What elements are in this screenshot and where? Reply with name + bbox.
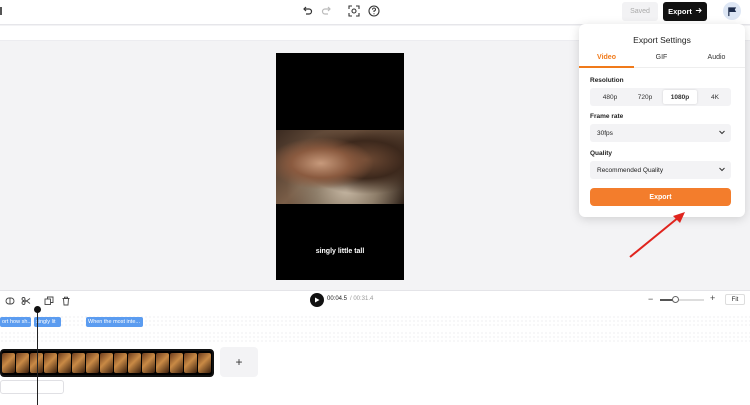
frame-rate-select[interactable]: 30fps <box>590 124 731 142</box>
resolution-option-4k[interactable]: 4K <box>698 90 732 104</box>
zoom-slider[interactable] <box>660 296 704 303</box>
clip-thumbnail <box>114 353 127 373</box>
resolution-selector: 480p 720p 1080p 4K <box>590 88 731 106</box>
panel-title: Export Settings <box>633 35 691 45</box>
resolution-label: Resolution <box>590 77 624 84</box>
tab-gif[interactable]: GIF <box>634 54 689 61</box>
clip-thumbnail <box>86 353 99 373</box>
playhead-handle[interactable] <box>34 306 41 313</box>
menu-edge-icon[interactable] <box>0 7 2 15</box>
clip-thumbnail <box>156 353 169 373</box>
help-icon[interactable] <box>367 4 381 18</box>
total-time: / 00:31.4 <box>350 296 374 302</box>
video-clip-track[interactable] <box>0 349 214 377</box>
total-time-value: 00:31.4 <box>353 296 374 302</box>
current-time: 00:04.5 <box>327 296 348 302</box>
subtitle-clip[interactable]: When the most inte... <box>86 317 143 327</box>
zoom-out-button[interactable]: − <box>648 294 653 304</box>
tab-audio[interactable]: Audio <box>689 54 744 61</box>
clip-thumbnail <box>100 353 113 373</box>
video-preview[interactable]: singly little tall <box>276 53 404 280</box>
clip-thumbnail <box>16 353 29 373</box>
annotation-arrow-icon <box>629 212 685 258</box>
clip-thumbnail <box>2 353 15 373</box>
resolution-option-720p[interactable]: 720p <box>628 90 662 104</box>
fit-button[interactable]: Fit <box>725 294 745 305</box>
audio-track[interactable] <box>0 380 64 394</box>
quality-value: Recommended Quality <box>597 166 664 174</box>
chevron-down-icon <box>719 167 725 172</box>
avatar[interactable] <box>723 2 741 20</box>
screenshot-icon[interactable] <box>347 4 361 18</box>
export-top-button[interactable]: Export <box>663 2 707 21</box>
empty-track <box>0 331 750 343</box>
top-toolbar: Saved Export <box>0 0 750 25</box>
resolution-option-1080p[interactable]: 1080p <box>663 90 697 104</box>
clip-thumbnail <box>170 353 183 373</box>
clip-thumbnail <box>142 353 155 373</box>
clip-thumbnail <box>44 353 57 373</box>
quality-label: Quality <box>590 150 613 157</box>
export-settings-panel: Export Settings Video GIF Audio Resoluti… <box>579 24 745 217</box>
saved-button: Saved <box>622 2 658 21</box>
tab-video[interactable]: Video <box>579 54 634 61</box>
subtitle-clip[interactable]: ort how sh... <box>0 317 31 327</box>
split-icon[interactable] <box>4 295 15 306</box>
chevron-down-icon <box>719 130 725 135</box>
clip-thumbnail <box>58 353 71 373</box>
add-clip-button[interactable]: + <box>220 347 258 377</box>
frame-rate-label: Frame rate <box>590 113 624 120</box>
play-button[interactable] <box>310 293 324 307</box>
frame-rate-value: 30fps <box>597 129 613 137</box>
arrow-right-icon <box>695 7 702 16</box>
redo-icon[interactable] <box>320 4 334 18</box>
quality-select[interactable]: Recommended Quality <box>590 161 731 179</box>
active-tab-indicator <box>579 66 634 68</box>
timeline-panel: 00:04.5 / 00:31.4 − + Fit ort how sh... … <box>0 290 750 405</box>
export-button[interactable]: Export <box>590 188 731 206</box>
zoom-in-button[interactable]: + <box>710 293 715 303</box>
preview-caption: singly little tall <box>315 248 365 255</box>
trash-icon[interactable] <box>60 295 71 306</box>
video-frame-image <box>276 130 404 204</box>
playhead[interactable] <box>37 308 38 405</box>
zoom-slider-handle[interactable] <box>671 296 679 303</box>
clip-thumbnail <box>184 353 197 373</box>
export-top-label: Export <box>668 7 692 16</box>
play-icon <box>315 297 320 303</box>
subtitle-clip[interactable]: singly lit <box>34 317 61 327</box>
export-tabs: Video GIF Audio <box>579 54 745 68</box>
clip-thumbnail <box>128 353 141 373</box>
scissors-icon[interactable] <box>20 295 31 306</box>
flag-icon <box>727 6 736 16</box>
resolution-option-480p[interactable]: 480p <box>593 90 627 104</box>
clip-thumbnail <box>198 353 211 373</box>
duplicate-icon[interactable] <box>43 295 54 306</box>
undo-icon[interactable] <box>300 4 314 18</box>
clip-thumbnail <box>72 353 85 373</box>
